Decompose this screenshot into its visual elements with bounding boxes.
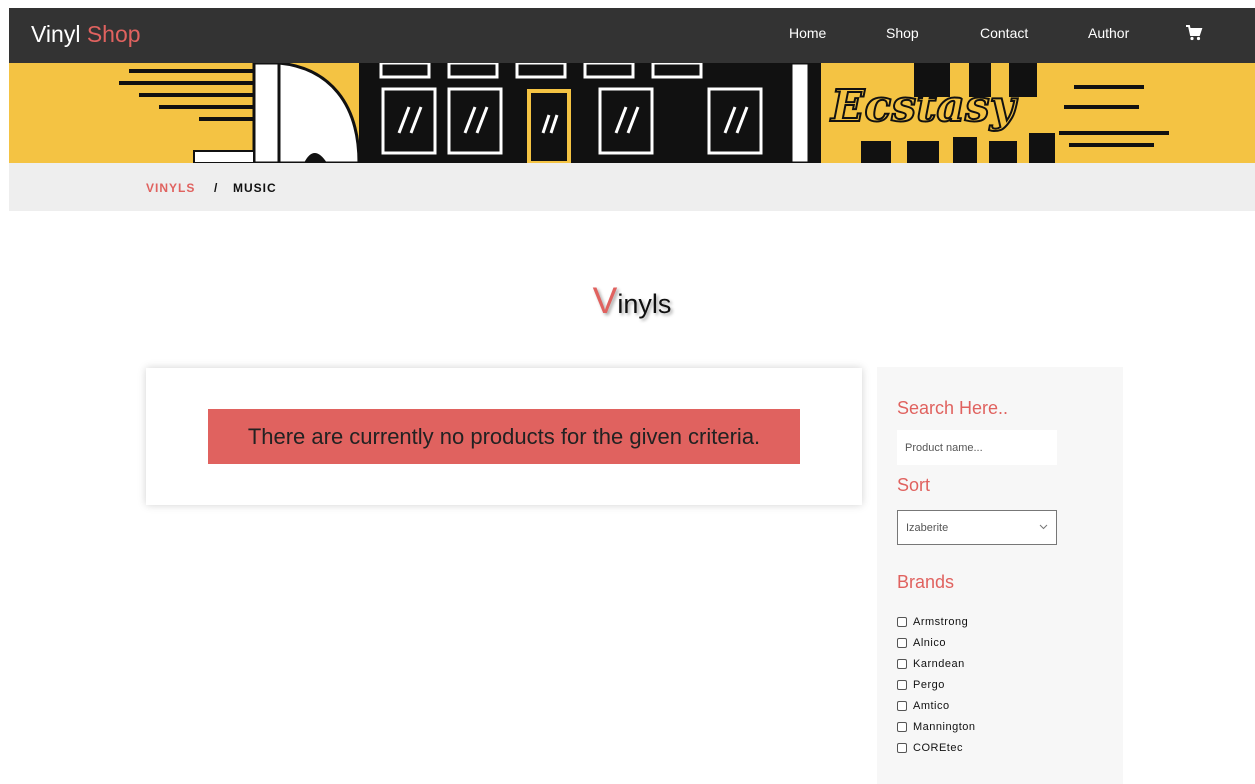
brand-label: Amtico: [913, 699, 950, 712]
brand-filter-list: Armstrong Alnico Karndean Pergo Amtico M…: [897, 611, 976, 758]
hero-banner: Ecstasy: [9, 63, 1255, 163]
page-title-rest: inyls: [617, 289, 672, 319]
sort-select[interactable]: Izaberite: [897, 510, 1057, 545]
brand-option-pergo[interactable]: Pergo: [897, 674, 976, 695]
brand-logo[interactable]: Vinyl Shop: [31, 21, 141, 48]
breadcrumb: VINYLS / MUSIC: [9, 163, 1255, 211]
nav-author[interactable]: Author: [1088, 25, 1129, 41]
brand-label: Armstrong: [913, 615, 969, 628]
breadcrumb-separator: /: [214, 181, 219, 195]
brand-option-armstrong[interactable]: Armstrong: [897, 611, 976, 632]
results-panel: There are currently no products for the …: [146, 368, 862, 505]
brand-label: COREtec: [913, 741, 963, 754]
page-title: Vinyls: [9, 280, 1255, 322]
page-title-initial: V: [592, 280, 618, 321]
nav-home[interactable]: Home: [789, 25, 826, 41]
brand-label: Pergo: [913, 678, 945, 691]
brand-accent: Shop: [86, 21, 141, 47]
brand-option-mannington[interactable]: Mannington: [897, 716, 976, 737]
no-products-alert: There are currently no products for the …: [208, 409, 800, 464]
top-navbar: Vinyl Shop Home Shop Contact Author: [9, 8, 1255, 63]
search-heading: Search Here..: [897, 398, 1009, 418]
sort-select-value: Izaberite: [906, 521, 949, 534]
nav-contact[interactable]: Contact: [980, 25, 1028, 41]
sort-heading: Sort: [897, 475, 931, 495]
brand-option-coretec[interactable]: COREtec: [897, 737, 976, 758]
chevron-down-icon: [1039, 524, 1048, 530]
filter-sidebar: Search Here.. Sort Izaberite Brands Arms…: [877, 367, 1123, 784]
storefront-illustration: Ecstasy: [9, 63, 1255, 163]
brand-label: Alnico: [913, 636, 946, 649]
breadcrumb-vinyls-link[interactable]: VINYLS: [146, 181, 195, 195]
brand-checkbox[interactable]: [897, 742, 907, 753]
brand-checkbox[interactable]: [897, 616, 907, 627]
brand-checkbox[interactable]: [897, 679, 907, 690]
brands-heading: Brands: [897, 572, 955, 592]
brand-label: Mannington: [913, 720, 976, 733]
brand-option-amtico[interactable]: Amtico: [897, 695, 976, 716]
search-input[interactable]: [897, 430, 1057, 465]
brand-option-karndean[interactable]: Karndean: [897, 653, 976, 674]
breadcrumb-current: MUSIC: [233, 181, 277, 195]
brand-option-alnico[interactable]: Alnico: [897, 632, 976, 653]
brand-label: Karndean: [913, 657, 965, 670]
nav-shop[interactable]: Shop: [886, 25, 919, 41]
page: Vinyl Shop Home Shop Contact Author Ecst…: [9, 8, 1255, 784]
brand-checkbox[interactable]: [897, 658, 907, 669]
brand-checkbox[interactable]: [897, 637, 907, 648]
brand-checkbox[interactable]: [897, 700, 907, 711]
brand-checkbox[interactable]: [897, 721, 907, 732]
cart-icon[interactable]: [1185, 24, 1203, 42]
brand-name: Vinyl: [31, 21, 81, 47]
